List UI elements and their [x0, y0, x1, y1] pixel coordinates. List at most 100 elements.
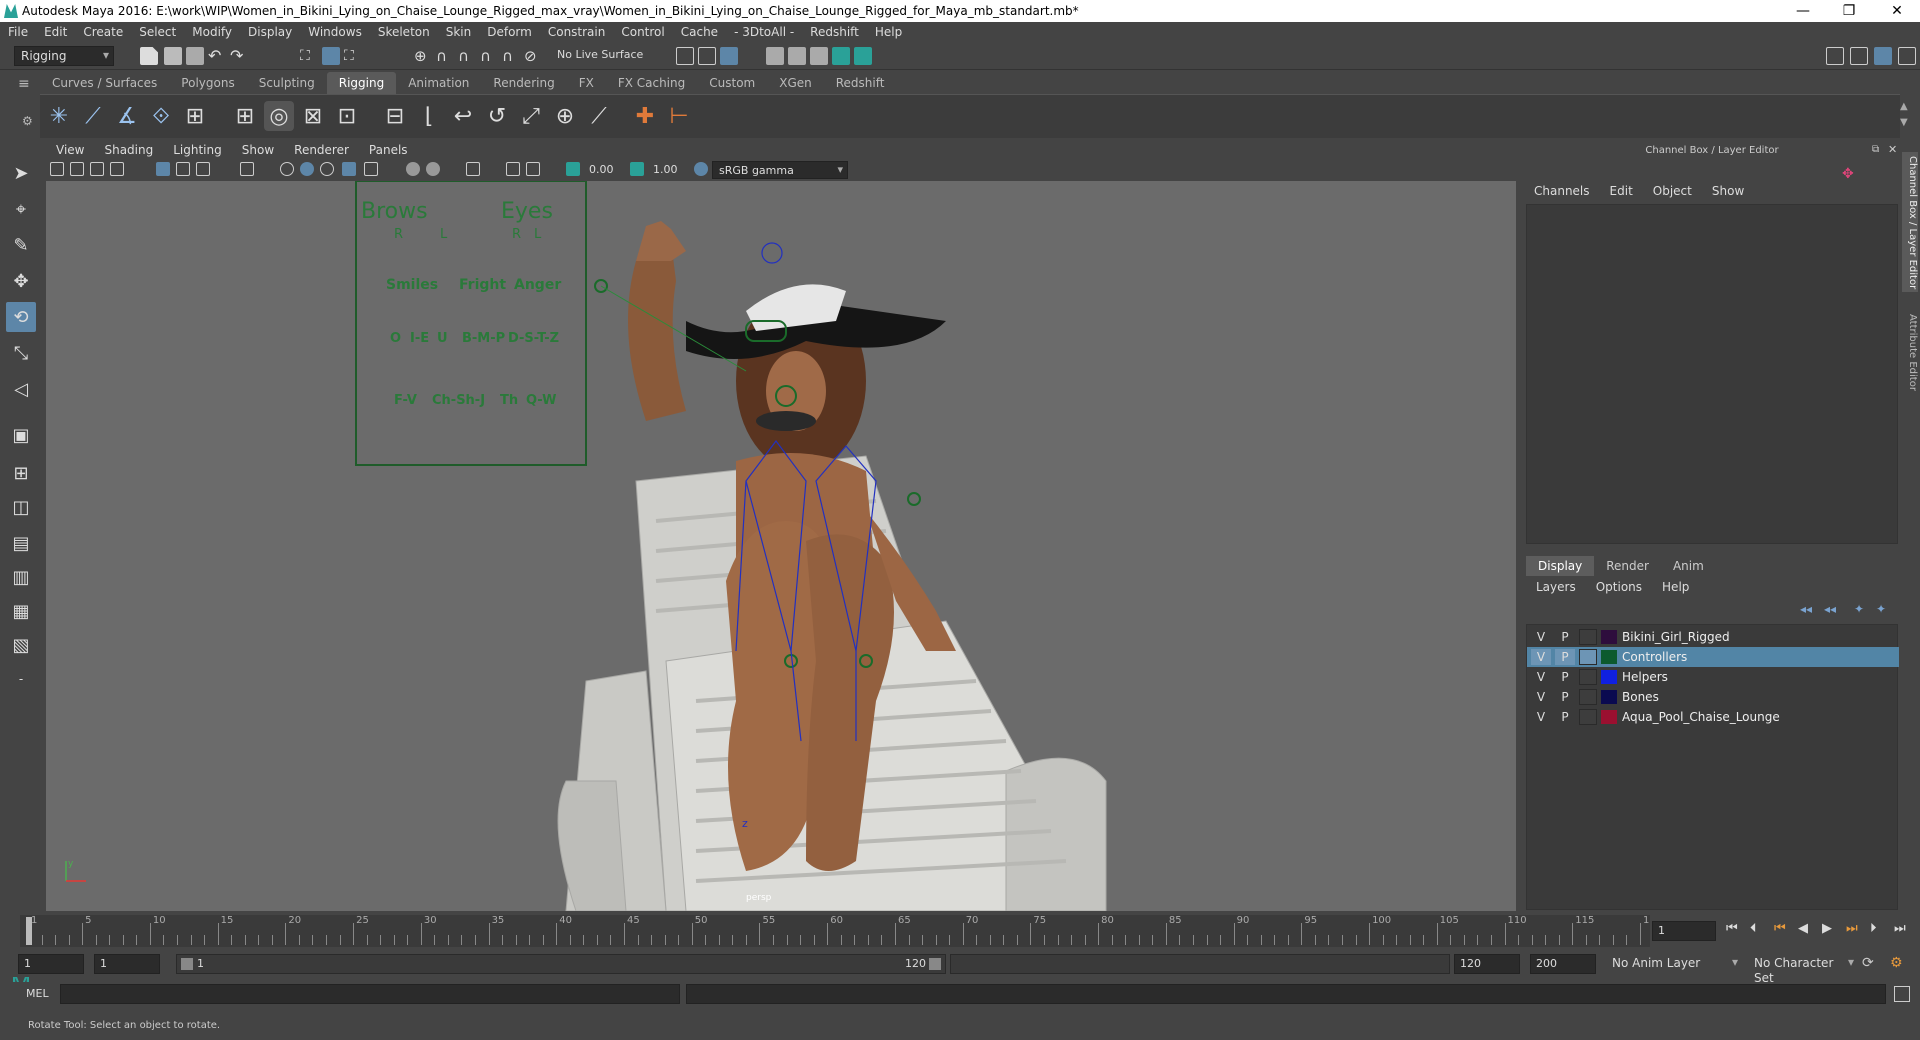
layer-type-toggle[interactable] [1579, 689, 1597, 705]
script-editor-icon[interactable] [1894, 986, 1910, 1002]
menu-redshift[interactable]: Redshift [802, 25, 867, 39]
step-back-key-icon[interactable]: ⏮ [1774, 921, 1786, 936]
last-tool-icon[interactable]: ◁ [6, 374, 36, 404]
scene-end-field[interactable]: 200 [1530, 954, 1596, 974]
exposure-icon[interactable] [566, 162, 580, 176]
close-button[interactable]: ✕ [1874, 0, 1920, 22]
snap-live-icon[interactable]: ⊘ [524, 47, 542, 65]
point-constraint-icon[interactable]: ⌊ [414, 101, 444, 131]
render-current-icon[interactable] [676, 47, 694, 65]
layout-four-icon[interactable]: ⊞ [6, 458, 36, 488]
panel-menu-renderer[interactable]: Renderer [284, 143, 359, 161]
pole-vector-icon[interactable]: ⟋ [584, 101, 614, 131]
layout-single-icon[interactable]: ▣ [6, 420, 36, 450]
channels-menu[interactable]: Channels [1524, 184, 1600, 198]
live-surface-label[interactable]: No Live Surface [552, 46, 646, 66]
snap-grid-icon[interactable]: ⊕ [414, 47, 432, 65]
bind-skin-icon[interactable]: ⊞ [230, 101, 260, 131]
layout-two-icon[interactable]: ◫ [6, 492, 36, 522]
aim-constraint-icon[interactable]: ↩ [448, 101, 478, 131]
snap-surface-icon[interactable]: ∩ [502, 47, 520, 65]
shelf-tab-polygons[interactable]: Polygons [169, 72, 246, 94]
menu-create[interactable]: Create [75, 25, 131, 39]
channel-box-toggle-icon[interactable] [1874, 47, 1892, 65]
playback-start-field[interactable]: 1 [94, 954, 160, 974]
grid-toggle-icon[interactable] [156, 162, 170, 176]
float-panel-icon[interactable]: ⧉ [1872, 144, 1879, 155]
layer-row[interactable]: V P Aqua_Pool_Chaise_Lounge [1527, 707, 1899, 727]
minimize-button[interactable]: — [1780, 0, 1826, 22]
menu-deform[interactable]: Deform [479, 25, 540, 39]
time-slider[interactable]: 1 5 10 15 20 25 30 35 40 45 50 55 60 65 70 75 80 85 90 95 10… [20, 915, 1662, 947]
smooth-bind-icon[interactable]: ◎ [264, 101, 294, 131]
layer-visibility-toggle[interactable]: V [1531, 709, 1551, 725]
layout-hypershade-icon[interactable]: ▦ [6, 596, 36, 626]
ambient-occlusion-icon[interactable] [426, 162, 440, 176]
layer-visibility-toggle[interactable]: V [1531, 649, 1551, 665]
new-layer-selected-icon[interactable]: ✦ [1876, 602, 1886, 616]
open-scene-icon[interactable] [164, 47, 182, 65]
scale-constraint-icon[interactable]: ⤢ [516, 101, 546, 131]
menu-file[interactable]: File [0, 25, 36, 39]
layer-color-swatch[interactable] [1601, 690, 1617, 704]
toolbox-collapse-icon[interactable]: - [6, 664, 36, 694]
edit-menu[interactable]: Edit [1600, 184, 1643, 198]
cmd-language-label[interactable]: MEL [26, 987, 49, 1000]
panel-menu-lighting[interactable]: Lighting [163, 143, 232, 161]
range-end-handle[interactable] [929, 958, 941, 970]
step-forward-key-icon[interactable]: ⏭ [1846, 921, 1858, 936]
current-time-indicator[interactable] [26, 917, 32, 945]
menu-help[interactable]: Help [867, 25, 910, 39]
xray-icon[interactable] [506, 162, 520, 176]
redshift-render-icon[interactable] [832, 47, 850, 65]
close-panel-icon[interactable]: ✕ [1888, 143, 1897, 156]
playback-end-field[interactable]: 120 [1454, 954, 1520, 974]
redshift-ipr-icon[interactable] [854, 47, 872, 65]
snap-point-icon[interactable]: ∩ [458, 47, 476, 65]
go-to-start-icon[interactable]: ⏮ [1726, 921, 1738, 936]
layer-row-selected[interactable]: V P Controllers [1527, 647, 1899, 667]
perspective-viewport[interactable]: Brows Eyes R L R L Smiles Fright Anger O… [46, 181, 1516, 911]
options-menu[interactable]: Options [1586, 580, 1652, 594]
move-layer-down-icon[interactable]: ◂◂ [1824, 602, 1836, 616]
exposure-field[interactable]: 0.00 [584, 161, 624, 181]
character-set-dropdown[interactable]: No Character Set [1748, 954, 1858, 985]
ipr-render-icon[interactable] [698, 47, 716, 65]
menu-constrain[interactable]: Constrain [540, 25, 614, 39]
layer-playback-toggle[interactable]: P [1555, 669, 1575, 685]
menu-skin[interactable]: Skin [438, 25, 480, 39]
render-settings-icon[interactable] [720, 47, 738, 65]
menu-display[interactable]: Display [240, 25, 300, 39]
snap-curve-icon[interactable]: ∩ [436, 47, 454, 65]
layer-playback-toggle[interactable]: P [1555, 629, 1575, 645]
tab-anim[interactable]: Anim [1661, 556, 1716, 576]
layer-playback-toggle[interactable]: P [1555, 689, 1575, 705]
move-tool-icon[interactable]: ✥ [6, 266, 36, 296]
shelf-settings-icon[interactable]: ⚙ [22, 114, 33, 128]
current-frame-field[interactable]: 1 [1652, 921, 1716, 941]
animation-prefs-icon[interactable]: ⚙ [1890, 955, 1903, 971]
command-input[interactable] [60, 984, 680, 1004]
new-layer-icon[interactable]: ✦ [1854, 602, 1864, 616]
use-lights-icon[interactable] [364, 162, 378, 176]
layer-color-swatch[interactable] [1601, 670, 1617, 684]
layer-color-swatch[interactable] [1601, 710, 1617, 724]
menu-skeleton[interactable]: Skeleton [370, 25, 438, 39]
menu-3dtoall[interactable]: - 3DtoAll - [726, 25, 802, 39]
layers-menu[interactable]: Layers [1526, 580, 1586, 594]
smooth-shade-icon[interactable] [300, 162, 314, 176]
shelf-scroll-down-icon[interactable]: ▼ [1900, 117, 1908, 128]
gamma-icon[interactable] [630, 162, 644, 176]
play-backward-icon[interactable]: ◀ [1798, 921, 1808, 936]
film-gate-icon[interactable] [176, 162, 190, 176]
shelf-tab-sculpting[interactable]: Sculpting [247, 72, 327, 94]
layer-row[interactable]: V P Helpers [1527, 667, 1899, 687]
menu-control[interactable]: Control [613, 25, 672, 39]
object-menu[interactable]: Object [1643, 184, 1702, 198]
tab-display[interactable]: Display [1526, 556, 1595, 576]
gamma-field[interactable]: 1.00 [648, 161, 688, 181]
attribute-editor-toggle-icon[interactable] [1850, 47, 1868, 65]
select-component-icon[interactable]: ⛶ [344, 47, 362, 65]
menu-windows[interactable]: Windows [300, 25, 370, 39]
ik-spline-icon[interactable]: ∡ [112, 101, 142, 131]
